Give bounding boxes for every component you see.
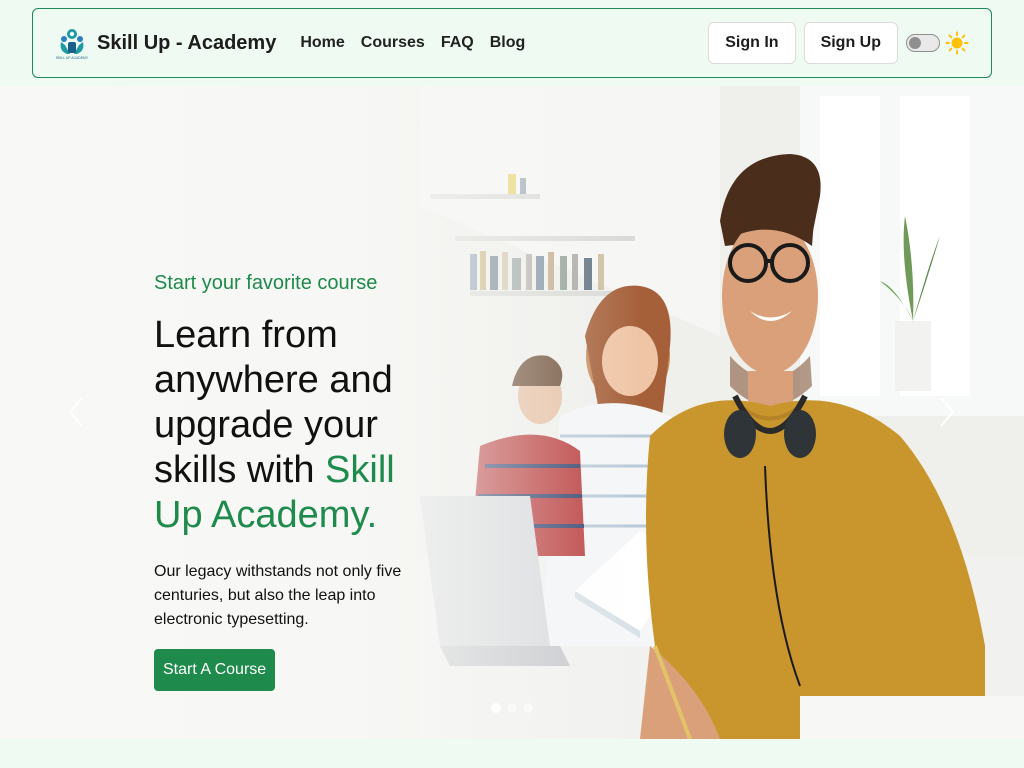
hero-title: Learn from anywhere and upgrade your ski… xyxy=(154,313,424,538)
start-course-button[interactable]: Start A Course xyxy=(154,649,276,691)
hero-eyebrow: Start your favorite course xyxy=(154,272,378,294)
nav-link-faq[interactable]: FAQ xyxy=(441,34,474,52)
nav-actions: Sign In Sign Up xyxy=(700,22,969,64)
brand-logo: SKILL UP ACADEMY xyxy=(56,29,89,60)
carousel-indicator-3[interactable] xyxy=(523,703,533,713)
carousel-indicator-2[interactable] xyxy=(507,703,517,713)
theme-toggle[interactable] xyxy=(906,34,940,52)
chevron-left-icon[interactable] xyxy=(66,396,86,428)
sign-in-button[interactable]: Sign In xyxy=(708,22,796,64)
nav-link-home[interactable]: Home xyxy=(300,34,344,52)
navbar: SKILL UP ACADEMY Skill Up - Academy Home… xyxy=(32,8,992,78)
sign-up-button[interactable]: Sign Up xyxy=(803,22,898,64)
page-bottom-strip xyxy=(0,739,1024,768)
theme-toggle-knob xyxy=(909,37,921,49)
carousel-indicators xyxy=(491,703,539,713)
nav-links: Home Courses FAQ Blog xyxy=(300,34,541,52)
carousel-indicator-1[interactable] xyxy=(491,703,501,713)
header: SKILL UP ACADEMY Skill Up - Academy Home… xyxy=(0,0,1024,86)
sun-icon xyxy=(945,31,969,55)
hero-content: Start your favorite course Learn from an… xyxy=(154,272,424,691)
hero-description: Our legacy withstands not only five cent… xyxy=(154,563,402,628)
nav-link-blog[interactable]: Blog xyxy=(490,34,526,52)
chevron-right-icon[interactable] xyxy=(937,396,957,428)
brand-name[interactable]: Skill Up - Academy xyxy=(97,32,276,55)
brand[interactable]: SKILL UP ACADEMY Skill Up - Academy xyxy=(55,25,276,61)
nav-link-courses[interactable]: Courses xyxy=(361,34,425,52)
brand-logo-text: SKILL UP ACADEMY xyxy=(56,56,89,60)
hero-carousel: Start your favorite course Learn from an… xyxy=(0,86,1024,739)
